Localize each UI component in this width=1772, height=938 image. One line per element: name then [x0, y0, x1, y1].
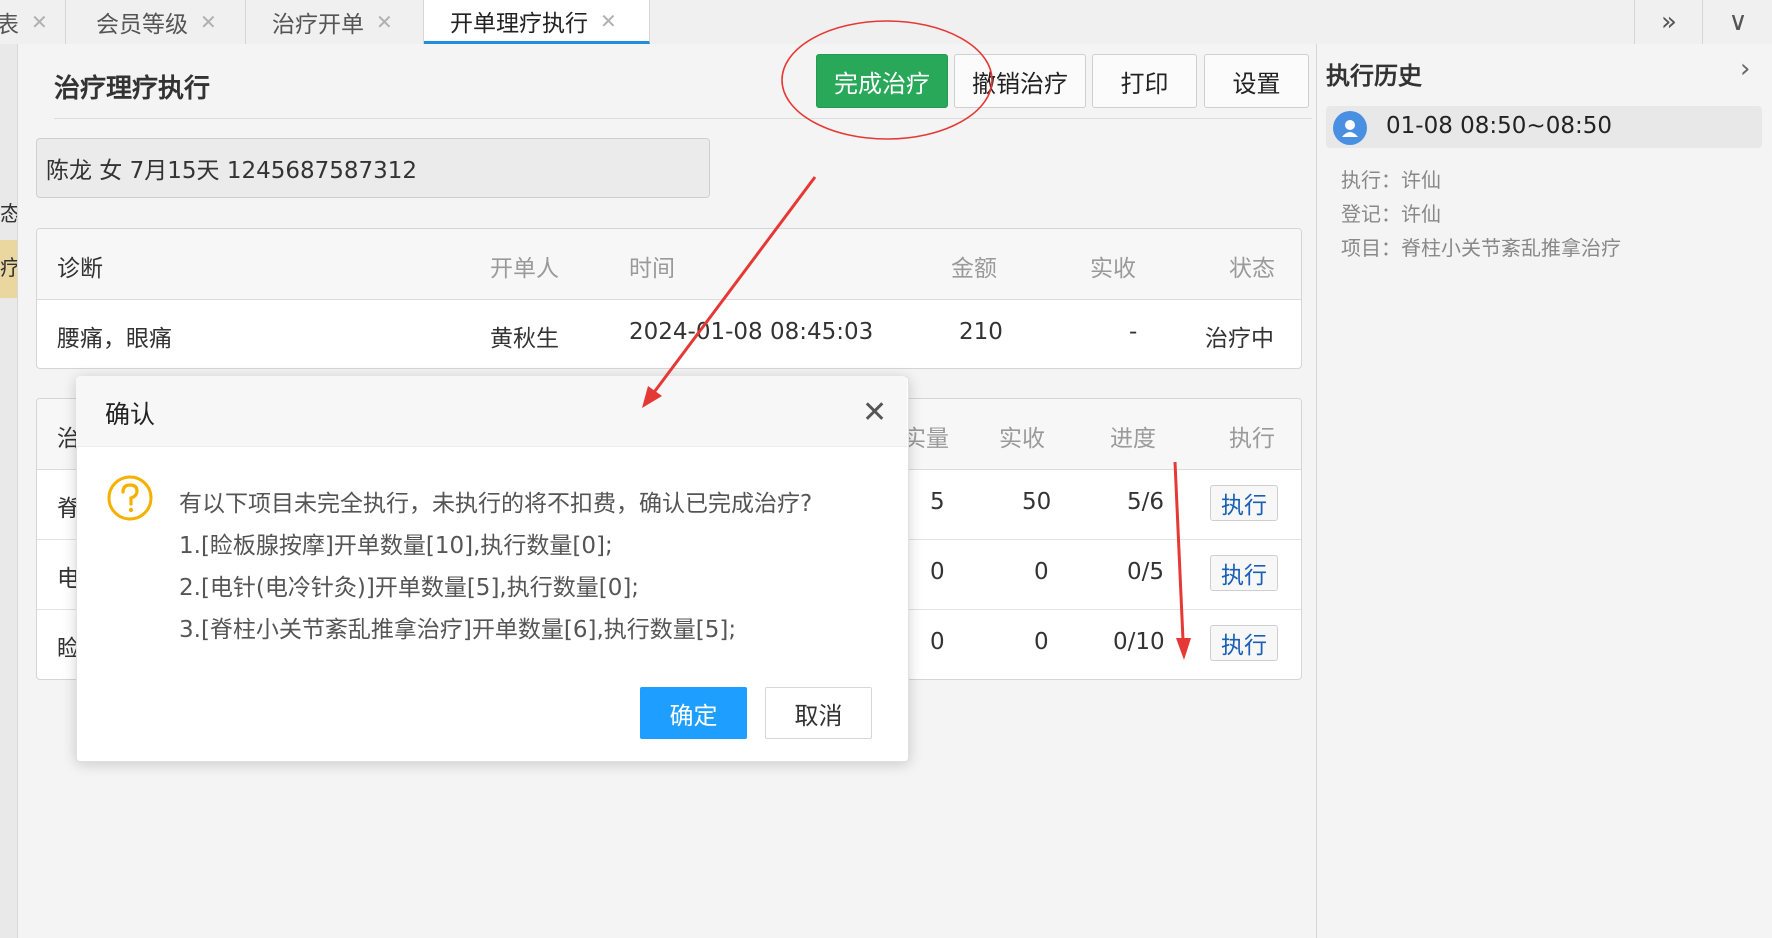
tab-label: 表 — [0, 12, 19, 38]
header-amount: 金额 — [951, 256, 997, 282]
diagnosis-table: 诊断 开单人 时间 金额 实收 状态 腰痛，眼痛 黄秋生 2024-01-08 … — [36, 228, 1302, 369]
left-sidebar-collapsed: 态 疗 — [0, 44, 18, 938]
tab-physio-execution[interactable]: 开单理疗执行 ✕ — [424, 0, 650, 44]
received-cell: 50 — [1022, 489, 1052, 515]
print-button[interactable]: 打印 — [1092, 54, 1197, 108]
tab-label: 治疗开单 — [272, 12, 364, 38]
tab-label: 开单理疗执行 — [450, 10, 588, 37]
header-qty: 实量 — [903, 426, 949, 452]
close-icon[interactable]: ✕ — [200, 10, 217, 34]
qty-cell: 0 — [930, 559, 945, 585]
chevron-down-icon[interactable]: ∨ — [1702, 0, 1772, 44]
dialog-line: 3.[脊柱小关节紊乱推拿治疗]开单数量[6],执行数量[5]; — [179, 617, 737, 643]
doctor-cell: 黄秋生 — [490, 326, 559, 352]
settings-button[interactable]: 设置 — [1204, 54, 1309, 108]
received-cell: - — [1129, 319, 1138, 345]
revoke-treatment-button[interactable]: 撤销治疗 — [954, 54, 1086, 108]
header-divider — [54, 118, 1312, 119]
execute-button[interactable]: 执行 — [1210, 625, 1278, 661]
progress-cell: 0/5 — [1127, 559, 1165, 585]
patient-info-field: 陈龙 女 7月15天 1245687587312 — [36, 138, 710, 198]
history-item-name: 项目：脊柱小关节紊乱推拿治疗 — [1341, 236, 1621, 260]
amount-cell: 210 — [959, 319, 1003, 345]
qty-cell: 0 — [930, 629, 945, 655]
sidebar-partial-item-active[interactable]: 疗 — [0, 240, 17, 298]
diagnosis-cell: 腰痛，眼痛 — [57, 326, 172, 352]
header-received: 实收 — [999, 426, 1045, 452]
header-received: 实收 — [1090, 256, 1136, 282]
page-title: 治疗理疗执行 — [54, 74, 211, 104]
header-time: 时间 — [629, 256, 675, 282]
history-time: 01-08 08:50~08:50 — [1386, 113, 1612, 139]
progress-cell: 0/10 — [1113, 629, 1165, 655]
tab-label: 会员等级 — [96, 12, 188, 38]
history-title: 执行历史 — [1326, 62, 1422, 90]
sidebar-partial-item[interactable]: 态 — [0, 198, 17, 228]
header-progress: 进度 — [1110, 426, 1156, 452]
confirm-cancel-button[interactable]: 取消 — [765, 687, 872, 739]
user-avatar-icon — [1333, 111, 1367, 145]
qty-cell: 5 — [930, 489, 945, 515]
more-tabs-icon[interactable]: » — [1634, 0, 1703, 44]
close-icon[interactable]: ✕ — [376, 10, 393, 34]
tab-member-level[interactable]: 会员等级 ✕ — [70, 0, 246, 44]
header-status: 状态 — [1229, 256, 1275, 282]
close-icon[interactable]: ✕ — [862, 395, 887, 430]
table-header: 诊断 开单人 时间 金额 实收 状态 — [37, 229, 1301, 300]
tab-bar: 表 ✕ 会员等级 ✕ 治疗开单 ✕ 开单理疗执行 ✕ » ∨ — [0, 0, 1772, 45]
history-executor: 执行：许仙 — [1341, 168, 1441, 192]
header-exec: 执行 — [1229, 426, 1275, 452]
chevron-right-icon[interactable]: › — [1740, 54, 1750, 84]
time-cell: 2024-01-08 08:45:03 — [629, 319, 874, 345]
complete-treatment-button[interactable]: 完成治疗 — [816, 54, 948, 108]
question-icon — [107, 475, 153, 521]
progress-cell: 5/6 — [1127, 489, 1165, 515]
close-icon[interactable]: ✕ — [600, 9, 617, 33]
dialog-message: 有以下项目未完全执行，未执行的将不扣费，确认已完成治疗? — [179, 491, 813, 517]
close-icon[interactable]: ✕ — [31, 10, 48, 34]
execute-button[interactable]: 执行 — [1210, 485, 1278, 521]
dialog-line: 1.[睑板腺按摩]开单数量[10],执行数量[0]; — [179, 533, 613, 559]
dialog-header — [76, 376, 907, 447]
dialog-title: 确认 — [105, 400, 156, 429]
confirm-ok-button[interactable]: 确定 — [640, 687, 747, 739]
received-cell: 0 — [1034, 559, 1049, 585]
received-cell: 0 — [1034, 629, 1049, 655]
table-row[interactable]: 腰痛，眼痛 黄秋生 2024-01-08 08:45:03 210 - 治疗中 — [37, 299, 1301, 368]
execute-button[interactable]: 执行 — [1210, 555, 1278, 591]
history-registrar: 登记：许仙 — [1341, 202, 1441, 226]
dialog-line: 2.[电针(电冷针灸)]开单数量[5],执行数量[0]; — [179, 575, 640, 601]
status-cell: 治疗中 — [1205, 326, 1274, 352]
header-doctor: 开单人 — [490, 256, 559, 282]
tab-partial[interactable]: 表 ✕ — [0, 0, 66, 44]
header-diagnosis: 诊断 — [57, 256, 103, 282]
tab-treatment-order[interactable]: 治疗开单 ✕ — [246, 0, 424, 44]
